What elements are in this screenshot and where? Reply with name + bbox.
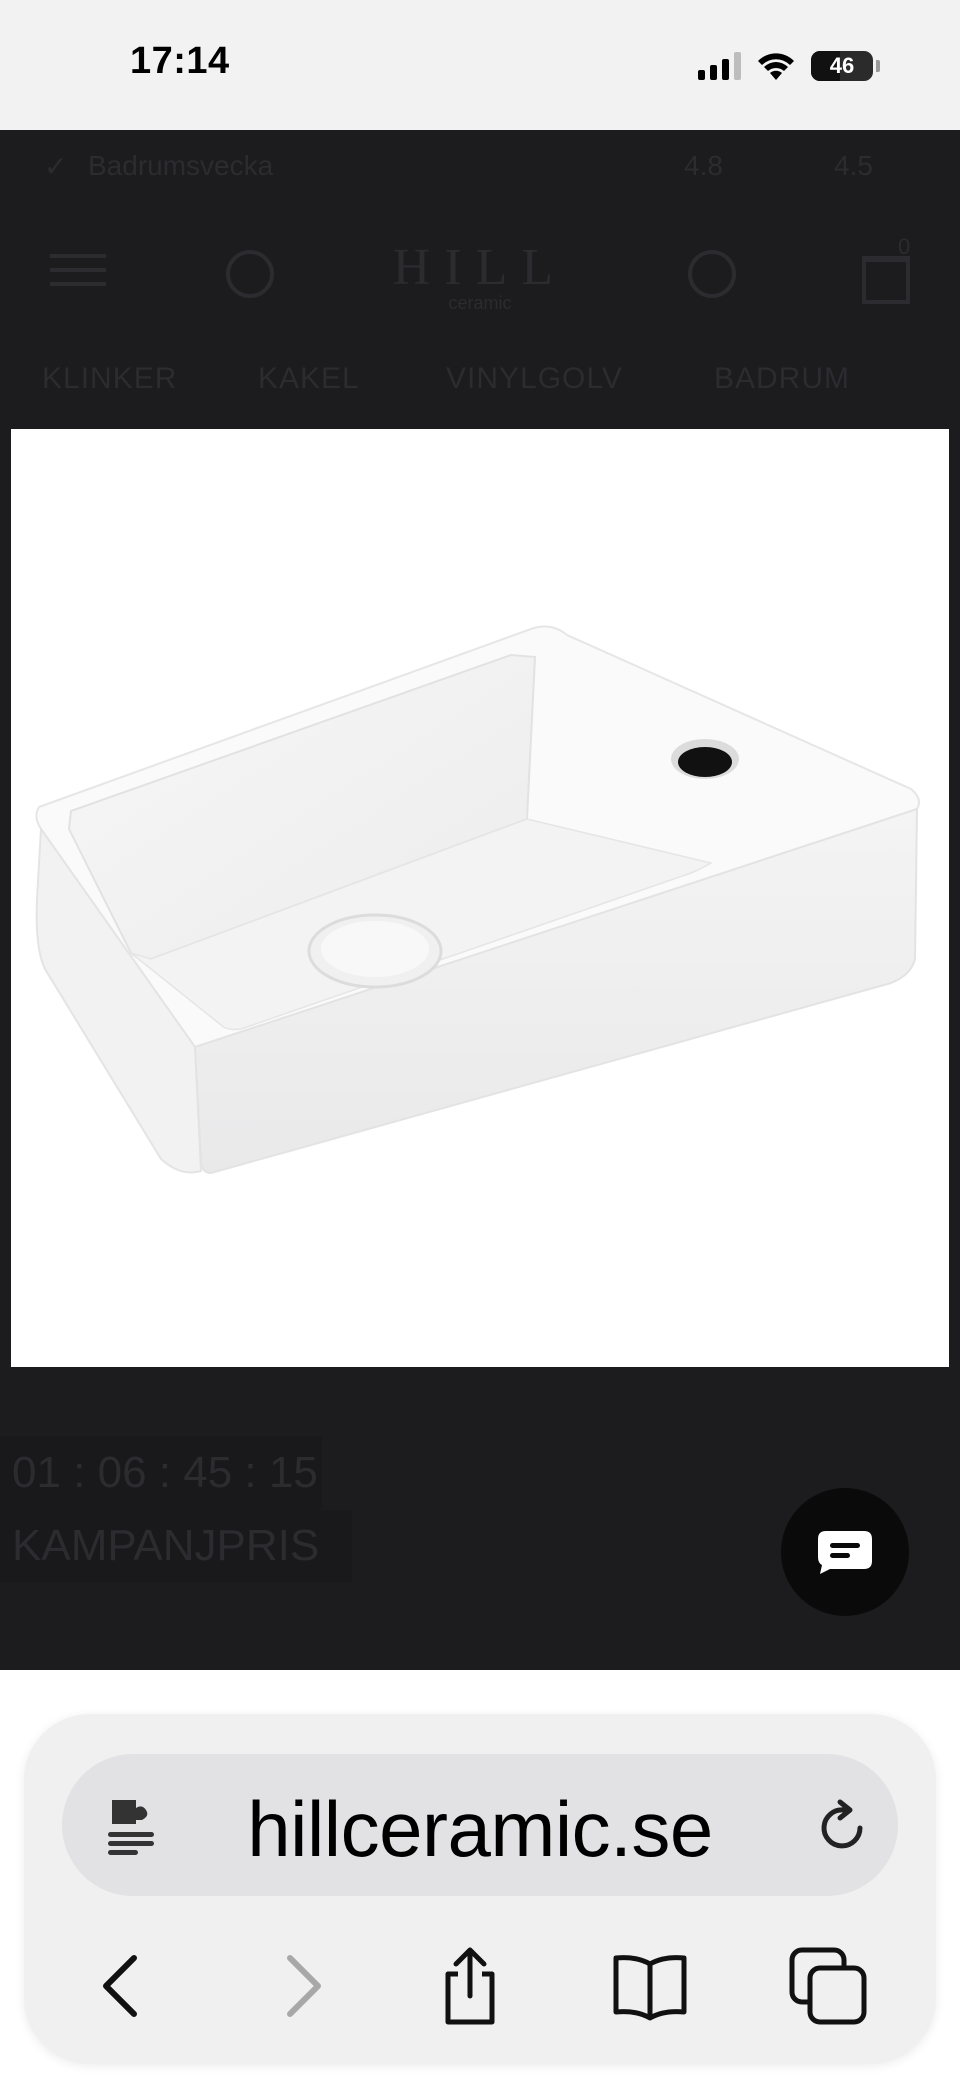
browser-chrome: hillceramic.se [0, 1670, 960, 2079]
campaign-label: KAMPANJPRIS [0, 1510, 352, 1582]
bookmarks-icon[interactable] [608, 1944, 692, 2028]
battery-tip [876, 60, 880, 72]
search-icon[interactable] [226, 250, 274, 298]
rating-1: 4.8 [684, 150, 723, 181]
browser-toolbar-panel: hillceramic.se [24, 1714, 936, 2064]
chat-button[interactable] [781, 1488, 909, 1616]
tabs-icon[interactable] [786, 1944, 870, 2028]
logo-main-text: HILL [392, 239, 568, 296]
status-bar: 17:14 46 [0, 0, 960, 130]
status-icons: 46 [698, 46, 880, 86]
usp-bar: ✓ Badrumsvecka 4.8 4.5 [44, 144, 924, 194]
forward-icon[interactable] [260, 1944, 344, 2028]
wifi-icon [758, 53, 794, 80]
back-icon[interactable] [80, 1944, 164, 2028]
battery-icon: 46 [811, 51, 873, 81]
reload-icon[interactable] [814, 1798, 872, 1856]
share-icon[interactable] [428, 1944, 512, 2028]
web-page: ✓ Badrumsvecka 4.8 4.5 HILL ceramic 0 KL… [0, 130, 960, 1670]
nav-item-vinylgolv[interactable]: VINYLGOLV [446, 362, 623, 396]
chat-bubble-icon [818, 1531, 872, 1574]
site-logo[interactable]: HILL ceramic [390, 238, 570, 314]
address-bar[interactable]: hillceramic.se [62, 1754, 898, 1896]
nav-item-klinker[interactable]: KLINKER [42, 362, 177, 396]
checkmark-icon: ✓ [44, 151, 68, 182]
hamburger-menu-icon[interactable] [50, 254, 106, 296]
rating-2: 4.5 [834, 150, 873, 181]
battery-level-text: 46 [829, 53, 855, 78]
product-image[interactable] [11, 429, 949, 1367]
nav-item-kakel[interactable]: KAKEL [258, 362, 360, 396]
account-icon[interactable] [688, 250, 736, 298]
usp-text: Badrumsvecka [88, 150, 274, 181]
url-text: hillceramic.se [247, 1785, 713, 1873]
nav-item-badrum[interactable]: BADRUM [714, 362, 850, 396]
status-time: 17:14 [130, 40, 230, 82]
sink-product-image [35, 625, 920, 1175]
cart-icon[interactable] [862, 256, 910, 304]
cellular-signal-icon [698, 52, 741, 80]
countdown-timer: 01 : 06 : 45 : 15 [0, 1436, 322, 1510]
cart-count: 0 [898, 234, 911, 259]
site-header: HILL ceramic 0 [0, 220, 960, 340]
category-nav: KLINKER KAKEL VINYLGOLV BADRUM [0, 352, 960, 408]
